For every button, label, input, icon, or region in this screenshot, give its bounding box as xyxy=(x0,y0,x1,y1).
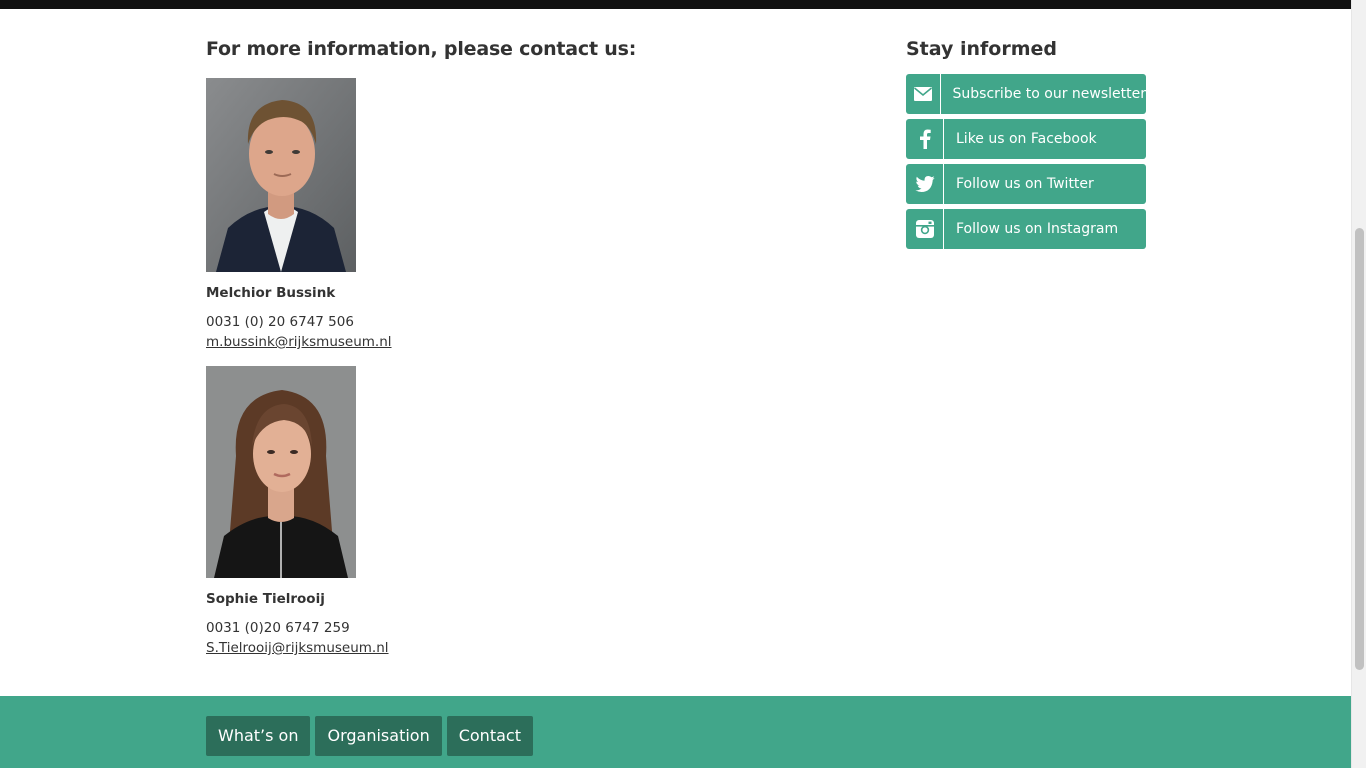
instagram-button[interactable]: Follow us on Instagram xyxy=(906,209,1146,249)
envelope-icon xyxy=(906,74,941,114)
contact-person: Sophie Tielrooij 0031 (0)20 6747 259 S.T… xyxy=(206,366,526,657)
person-name: Sophie Tielrooij xyxy=(206,591,325,607)
twitter-button[interactable]: Follow us on Twitter xyxy=(906,164,1146,204)
top-bar xyxy=(0,0,1351,9)
footer: What’s on Organisation Contact xyxy=(0,696,1351,768)
person-phone: 0031 (0)20 6747 259 xyxy=(206,620,350,636)
vertical-scrollbar[interactable] xyxy=(1351,0,1366,768)
footer-nav-contact[interactable]: Contact xyxy=(446,716,533,756)
stay-informed-heading: Stay informed xyxy=(906,38,1058,60)
twitter-icon xyxy=(906,164,944,204)
newsletter-label: Subscribe to our newsletter xyxy=(952,86,1146,102)
person-phone: 0031 (0) 20 6747 506 xyxy=(206,314,354,330)
facebook-label: Like us on Facebook xyxy=(956,131,1097,147)
contact-person: Melchior Bussink 0031 (0) 20 6747 506 m.… xyxy=(206,78,526,351)
footer-nav: What’s on Organisation Contact xyxy=(206,716,533,756)
person-email-link[interactable]: m.bussink@rijksmuseum.nl xyxy=(206,333,392,351)
contact-heading: For more information, please contact us: xyxy=(206,38,637,60)
footer-nav-organisation[interactable]: Organisation xyxy=(315,716,442,756)
person-photo xyxy=(206,78,356,272)
newsletter-button[interactable]: Subscribe to our newsletter xyxy=(906,74,1146,114)
twitter-label: Follow us on Twitter xyxy=(956,176,1094,192)
scrollbar-thumb[interactable] xyxy=(1355,228,1364,670)
facebook-button[interactable]: Like us on Facebook xyxy=(906,119,1146,159)
instagram-label: Follow us on Instagram xyxy=(956,221,1119,237)
person-photo xyxy=(206,366,356,578)
instagram-icon xyxy=(906,209,944,249)
facebook-icon xyxy=(906,119,944,159)
footer-nav-whats-on[interactable]: What’s on xyxy=(206,716,311,756)
person-email-link[interactable]: S.Tielrooij@rijksmuseum.nl xyxy=(206,639,389,657)
person-name: Melchior Bussink xyxy=(206,285,336,301)
social-links: Subscribe to our newsletter Like us on F… xyxy=(906,74,1146,254)
